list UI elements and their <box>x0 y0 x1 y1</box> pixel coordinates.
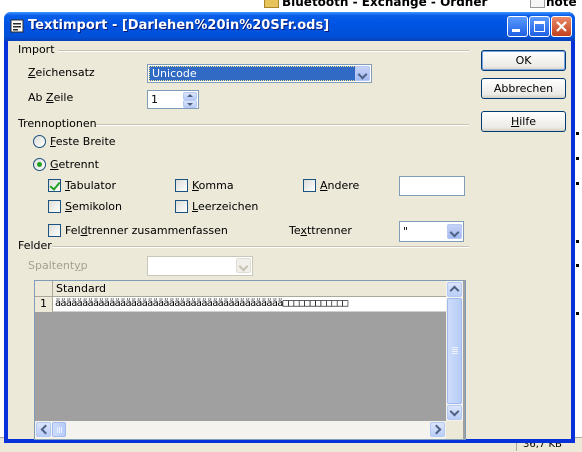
comma-checkbox[interactable] <box>175 179 188 192</box>
chevron-down-icon <box>357 69 368 80</box>
preview-cell[interactable]: ääääääääääääääääääääääääääääääääääääääää… <box>53 297 446 312</box>
title-bar[interactable]: Textimport - [Darlehen%20in%20SFr.ods] <box>4 12 575 41</box>
merge-delimiters-label[interactable]: Feldtrenner zusammenfassen <box>65 224 228 237</box>
background-mark <box>576 132 579 135</box>
background-mark <box>576 312 579 315</box>
other-separator-input[interactable] <box>399 176 465 196</box>
separator-options-group-label: Trennoptionen <box>18 117 97 130</box>
horizontal-scroll-thumb[interactable] <box>52 422 66 437</box>
column-type-dropdown-button <box>236 258 251 273</box>
import-group-label: Import <box>18 43 55 56</box>
background-desktop: Bluetooth - Exchange - Ordner note <box>0 0 582 12</box>
column-header[interactable]: Standard <box>53 281 446 297</box>
background-window-title-2: note <box>546 0 577 9</box>
arrow-up-icon <box>187 94 193 97</box>
background-mark <box>576 157 579 160</box>
maximize-icon <box>534 21 545 32</box>
minimize-icon <box>512 29 520 32</box>
background-mark <box>576 182 579 185</box>
notepad-icon <box>530 0 545 8</box>
text-delimiter-label: Texttrenner <box>289 224 352 237</box>
merge-delimiters-checkbox[interactable] <box>48 224 61 237</box>
grip-icon <box>452 347 458 348</box>
row-header[interactable]: 1 <box>35 297 53 312</box>
other-label[interactable]: Andere <box>320 179 359 192</box>
tab-checkbox[interactable] <box>48 179 61 192</box>
fixed-width-radio[interactable] <box>33 135 46 148</box>
minimize-button[interactable] <box>507 16 528 37</box>
scroll-corner <box>446 421 463 439</box>
from-row-spinner[interactable]: 1 <box>147 90 199 109</box>
tab-label[interactable]: Tabulator <box>65 179 116 192</box>
space-label[interactable]: Leerzeichen <box>192 200 258 213</box>
scroll-right-button[interactable] <box>430 422 445 437</box>
charset-label: Zeichensatz <box>28 66 95 79</box>
separated-radio[interactable] <box>33 158 46 171</box>
other-checkbox[interactable] <box>303 179 316 192</box>
preview-grid[interactable]: Standard 1 äääääääääääääääääääääääääääää… <box>34 280 466 440</box>
spin-up-button[interactable] <box>183 92 197 100</box>
semicolon-checkbox[interactable] <box>48 200 61 213</box>
maximize-button[interactable] <box>529 16 550 37</box>
scroll-up-button[interactable] <box>447 282 462 297</box>
from-row-label: Ab Zeile <box>28 91 74 104</box>
spin-down-button[interactable] <box>183 100 197 108</box>
fixed-width-label[interactable]: Feste Breite <box>50 135 116 148</box>
from-row-value: 1 <box>151 93 158 106</box>
background-window-title: Bluetooth - Exchange - Ordner <box>282 0 488 9</box>
semicolon-label[interactable]: Semikolon <box>65 200 122 213</box>
vertical-scroll-thumb[interactable] <box>447 298 462 404</box>
background-mark <box>576 240 579 243</box>
grip-icon <box>57 427 58 433</box>
horizontal-scrollbar[interactable] <box>35 421 446 439</box>
chevron-down-icon <box>449 406 460 417</box>
column-type-select[interactable] <box>147 256 253 276</box>
help-button[interactable]: Hilfe <box>481 111 566 132</box>
fields-group-label: Felder <box>18 239 52 252</box>
arrow-down-icon <box>187 103 193 106</box>
chevron-down-icon <box>449 227 460 238</box>
window-title: Textimport - [Darlehen%20in%20SFr.ods] <box>28 18 330 33</box>
text-delimiter-value: " <box>403 225 409 238</box>
background-mark <box>576 264 579 267</box>
chevron-right-icon <box>431 424 442 435</box>
folder-icon <box>264 0 279 8</box>
text-delimiter-dropdown-button[interactable] <box>447 224 462 239</box>
space-checkbox[interactable] <box>175 200 188 213</box>
scroll-down-button[interactable] <box>447 405 462 420</box>
app-icon <box>10 19 24 33</box>
separator-options-group-line <box>96 124 469 126</box>
ok-button[interactable]: OK <box>481 50 566 71</box>
comma-label[interactable]: Komma <box>192 179 234 192</box>
checkmark-icon <box>49 179 61 191</box>
chevron-left-icon <box>40 424 51 435</box>
charset-dropdown-button[interactable] <box>355 66 370 81</box>
text-import-dialog: Textimport - [Darlehen%20in%20SFr.ods] I… <box>4 12 575 443</box>
close-button[interactable] <box>551 16 572 37</box>
cancel-button[interactable]: Abbrechen <box>481 78 566 99</box>
charset-value: Unicode <box>152 67 197 80</box>
close-icon <box>556 21 567 32</box>
radio-selected-dot <box>37 162 42 167</box>
charset-select[interactable]: Unicode <box>147 64 372 83</box>
chevron-up-icon <box>449 285 460 296</box>
chevron-down-icon <box>238 261 249 272</box>
fields-group-line <box>52 246 469 248</box>
vertical-scrollbar[interactable] <box>446 281 463 421</box>
grid-corner[interactable] <box>35 281 53 297</box>
separated-label[interactable]: Getrennt <box>50 158 99 171</box>
scroll-left-button[interactable] <box>36 422 51 437</box>
column-type-label: Spaltentyp <box>28 259 88 272</box>
dialog-content: Import Zeichensatz Unicode Ab Zeile 1 OK… <box>8 41 571 440</box>
text-delimiter-select[interactable]: " <box>399 221 464 242</box>
import-group-line <box>58 50 469 52</box>
